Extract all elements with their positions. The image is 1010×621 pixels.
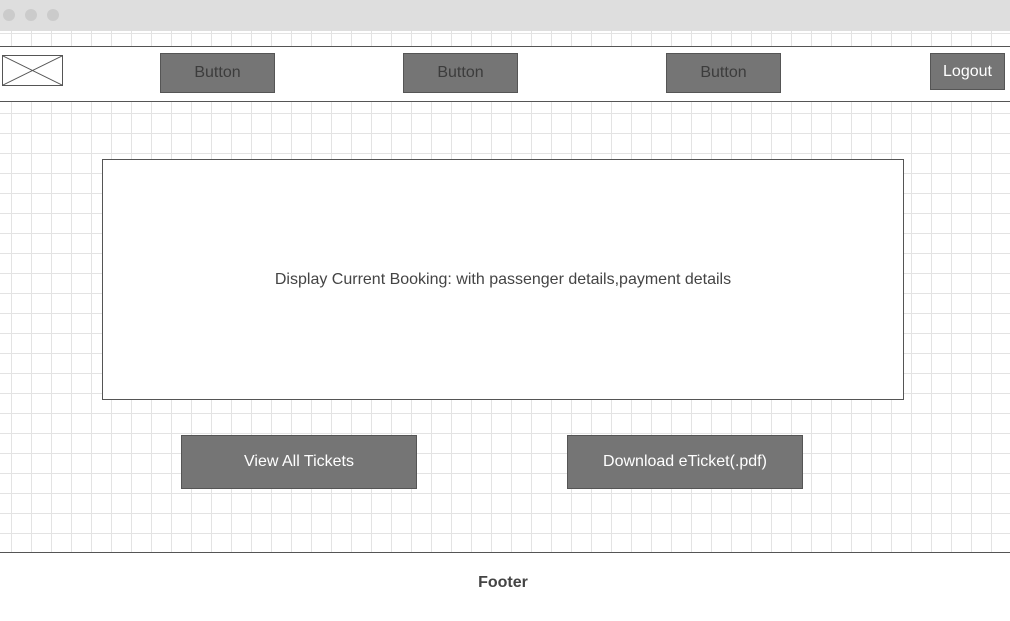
image-placeholder-icon[interactable]: [2, 55, 63, 86]
nav-button-3[interactable]: Button: [666, 53, 781, 93]
view-all-tickets-button[interactable]: View All Tickets: [181, 435, 417, 489]
nav-button-2[interactable]: Button: [403, 53, 518, 93]
nav-button-1[interactable]: Button: [160, 53, 275, 93]
current-booking-panel: Display Current Booking: with passenger …: [102, 159, 904, 400]
logout-button[interactable]: Logout: [930, 53, 1005, 90]
current-booking-text: Display Current Booking: with passenger …: [274, 270, 732, 288]
top-navbar: Button Button Button Logout: [0, 46, 1010, 102]
footer-label: Footer: [478, 574, 528, 591]
page-footer: Footer: [0, 552, 1010, 621]
window-maximize-icon[interactable]: [47, 9, 59, 21]
download-eticket-button[interactable]: Download eTicket(.pdf): [567, 435, 803, 489]
window-close-icon[interactable]: [3, 9, 15, 21]
window-minimize-icon[interactable]: [25, 9, 37, 21]
window-titlebar: [0, 0, 1010, 31]
